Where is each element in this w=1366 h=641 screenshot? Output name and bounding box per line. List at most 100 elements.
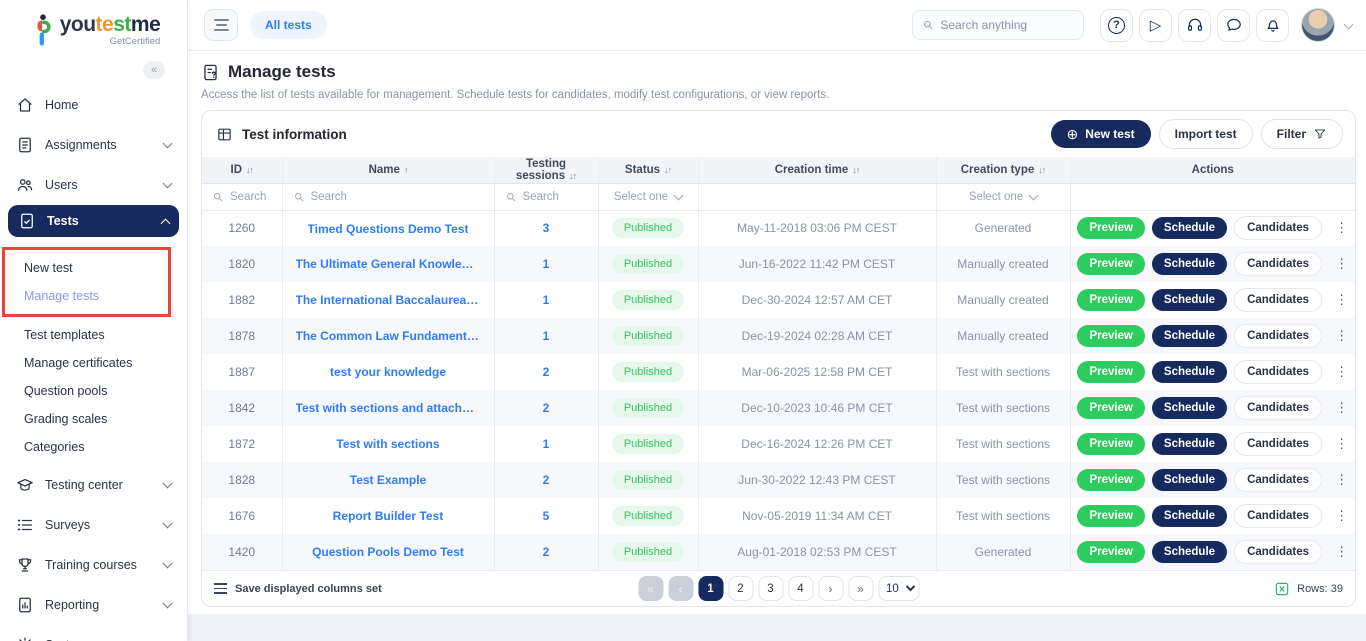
kebab-menu-icon[interactable]: ⋮ [1335,256,1348,272]
preview-button[interactable]: Preview [1077,541,1144,563]
notifications-button[interactable] [1256,9,1289,42]
test-name-link[interactable]: The Common Law Fundamentals Assessment [296,329,481,343]
testing-sessions-link[interactable]: 5 [543,509,550,523]
name-filter[interactable] [283,191,494,203]
schedule-button[interactable]: Schedule [1152,541,1227,563]
global-search[interactable] [912,10,1084,40]
schedule-button[interactable]: Schedule [1152,505,1227,527]
candidates-button[interactable]: Candidates [1234,540,1322,564]
breadcrumb[interactable]: All tests [250,11,327,39]
sidebar-item-assignments[interactable]: Assignments [0,125,187,165]
candidates-button[interactable]: Candidates [1234,324,1322,348]
user-avatar[interactable] [1301,8,1335,42]
sort-icon[interactable]: ↓↑ [852,165,859,175]
preview-button[interactable]: Preview [1077,433,1144,455]
schedule-button[interactable]: Schedule [1152,433,1227,455]
candidates-button[interactable]: Candidates [1234,216,1322,240]
preview-button[interactable]: Preview [1077,361,1144,383]
kebab-menu-icon[interactable]: ⋮ [1335,220,1348,236]
filter-button[interactable]: Filter [1261,119,1343,149]
new-test-button[interactable]: ⊕ New test [1051,120,1151,148]
submenu-item-manage-tests[interactable]: Manage tests [5,282,168,310]
candidates-button[interactable]: Candidates [1234,432,1322,456]
candidates-button[interactable]: Candidates [1234,468,1322,492]
column-header-status[interactable]: Status↓↑ [598,157,698,183]
schedule-button[interactable]: Schedule [1152,289,1227,311]
testing-sessions-link[interactable]: 2 [543,545,550,559]
sort-icon[interactable]: ↓↑ [1038,165,1045,175]
search-input[interactable] [940,18,1074,32]
kebab-menu-icon[interactable]: ⋮ [1335,508,1348,524]
testing-sessions-link[interactable]: 1 [543,257,550,271]
sessions-filter[interactable] [495,191,598,203]
submenu-item-test-templates[interactable]: Test templates [0,321,187,349]
help-button[interactable]: ? [1100,9,1133,42]
submenu-item-question-pools[interactable]: Question pools [0,377,187,405]
sidebar-item-training-courses[interactable]: Training courses [0,545,187,585]
candidates-button[interactable]: Candidates [1234,360,1322,384]
test-name-link[interactable]: test your knowledge [330,365,446,379]
schedule-button[interactable]: Schedule [1152,397,1227,419]
tutorial-play-button[interactable]: ▷ [1139,9,1172,42]
sidebar-item-surveys[interactable]: Surveys [0,505,187,545]
schedule-button[interactable]: Schedule [1152,361,1227,383]
kebab-menu-icon[interactable]: ⋮ [1335,544,1348,560]
testing-sessions-link[interactable]: 2 [543,365,550,379]
test-name-link[interactable]: Timed Questions Demo Test [308,222,469,236]
preview-button[interactable]: Preview [1077,217,1144,239]
page-button-4[interactable]: 4 [788,576,813,601]
testing-sessions-link[interactable]: 1 [543,293,550,307]
test-name-link[interactable]: Test Example [350,473,426,487]
schedule-button[interactable]: Schedule [1152,325,1227,347]
test-name-link[interactable]: Report Builder Test [333,509,443,523]
sort-asc-icon[interactable]: ↑ [404,165,408,175]
preview-button[interactable]: Preview [1077,397,1144,419]
submenu-item-new-test[interactable]: New test [5,254,168,282]
sort-icon[interactable]: ↓↑ [246,165,253,175]
status-filter-select[interactable]: Select one [599,191,698,203]
id-search-input[interactable] [230,191,272,203]
pagination-last-button[interactable]: » [848,576,873,601]
kebab-menu-icon[interactable]: ⋮ [1335,328,1348,344]
test-name-link[interactable]: Test with sections and attachments [296,401,481,415]
column-header-testing-sessions[interactable]: Testing sessions↓↑ [494,157,598,183]
testing-sessions-link[interactable]: 1 [543,329,550,343]
testing-sessions-link[interactable]: 2 [543,473,550,487]
candidates-button[interactable]: Candidates [1234,504,1322,528]
candidates-button[interactable]: Candidates [1234,252,1322,276]
kebab-menu-icon[interactable]: ⋮ [1335,400,1348,416]
kebab-menu-icon[interactable]: ⋮ [1335,364,1348,380]
preview-button[interactable]: Preview [1077,289,1144,311]
chat-button[interactable] [1217,9,1250,42]
page-size-select[interactable]: 10 [878,576,919,601]
preview-button[interactable]: Preview [1077,253,1144,275]
preview-button[interactable]: Preview [1077,469,1144,491]
save-columns-button[interactable]: Save displayed columns set [214,583,382,595]
candidates-button[interactable]: Candidates [1234,288,1322,312]
test-name-link[interactable]: Test with sections [336,437,439,451]
test-name-link[interactable]: The Ultimate General Knowledge Quiz [296,257,481,271]
column-header-id[interactable]: ID↓↑ [202,157,282,183]
id-filter[interactable] [202,191,282,203]
page-button-2[interactable]: 2 [728,576,753,601]
chevron-down-icon[interactable] [1344,19,1354,29]
schedule-button[interactable]: Schedule [1152,469,1227,491]
kebab-menu-icon[interactable]: ⋮ [1335,292,1348,308]
test-name-link[interactable]: Question Pools Demo Test [312,545,464,559]
excel-export-icon[interactable] [1274,581,1290,597]
submenu-item-grading-scales[interactable]: Grading scales [0,405,187,433]
column-header-name[interactable]: Name↑ [282,157,494,183]
creation-type-filter-select[interactable]: Select one [937,191,1070,203]
page-button-1[interactable]: 1 [698,576,723,601]
pagination-next-button[interactable]: › [818,576,843,601]
sidebar-item-tests[interactable]: Tests [8,205,179,237]
kebab-menu-icon[interactable]: ⋮ [1335,472,1348,488]
page-button-3[interactable]: 3 [758,576,783,601]
candidates-button[interactable]: Candidates [1234,396,1322,420]
sort-icon[interactable]: ↓↑ [664,165,671,175]
sessions-search-input[interactable] [523,191,588,203]
sort-icon[interactable]: ↓↑ [569,171,576,181]
sidebar-item-home[interactable]: Home [0,85,187,125]
submenu-item-manage-certificates[interactable]: Manage certificates [0,349,187,377]
sidebar-collapse-button[interactable]: « [143,61,165,79]
